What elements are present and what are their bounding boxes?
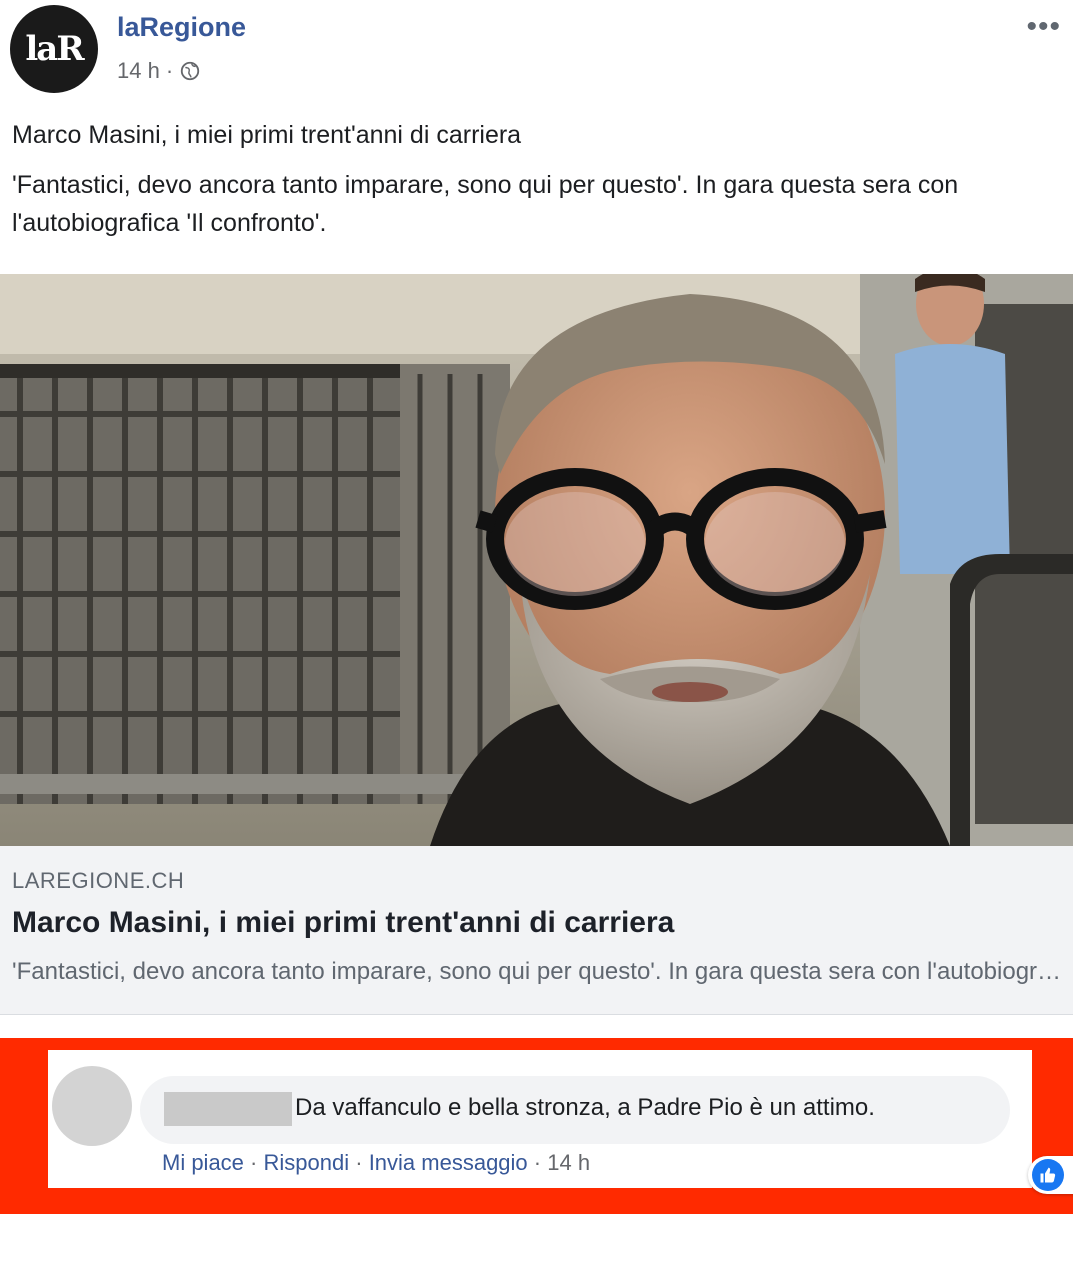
post-body: 'Fantastici, devo ancora tanto imparare,… — [12, 171, 959, 237]
link-preview[interactable]: LAREGIONE.CH Marco Masini, i miei primi … — [0, 846, 1073, 1015]
post-photo[interactable] — [0, 274, 1073, 846]
action-separator: · — [355, 1150, 363, 1175]
photo-illustration — [0, 274, 1073, 846]
post-header: laR laRegione 14 h · ••• — [0, 0, 1073, 110]
page-avatar[interactable]: laR — [10, 5, 98, 93]
like-button[interactable]: Mi piace — [162, 1150, 244, 1175]
meta-separator: · — [165, 58, 174, 83]
link-description: 'Fantastici, devo ancora tanto imparare,… — [12, 958, 1062, 985]
comment-text: Da vaffanculo e bella stronza, a Padre P… — [295, 1094, 875, 1121]
post-text: Marco Masini, i miei primi trent'anni di… — [12, 116, 1062, 254]
reaction-badge[interactable]: 1 — [1028, 1156, 1073, 1194]
globe-icon — [180, 61, 200, 81]
reply-button[interactable]: Rispondi — [264, 1150, 350, 1175]
comment-bubble: Da vaffanculo e bella stronza, a Padre P… — [140, 1076, 1073, 1194]
avatar-logo-text: laR — [25, 29, 84, 69]
send-message-button[interactable]: Invia messaggio — [369, 1150, 528, 1175]
action-separator: · — [533, 1150, 542, 1175]
more-options-icon[interactable]: ••• — [1026, 10, 1061, 44]
link-domain: LAREGIONE.CH — [12, 868, 185, 893]
commenter-avatar[interactable] — [52, 1066, 132, 1146]
post-headline: Marco Masini, i miei primi trent'anni di… — [12, 121, 522, 149]
redacted-commenter-name — [164, 1092, 292, 1126]
like-icon — [1032, 1159, 1064, 1191]
post-timestamp[interactable]: 14 h — [117, 58, 160, 84]
page-name-link[interactable]: laRegione — [117, 12, 246, 43]
action-separator: · — [250, 1150, 258, 1175]
link-title[interactable]: Marco Masini, i miei primi trent'anni di… — [12, 906, 674, 940]
post-meta: 14 h · — [117, 58, 201, 84]
comment: Da vaffanculo e bella stronza, a Padre P… — [48, 1050, 1073, 1194]
comment-actions: Mi piace · Rispondi · Invia messaggio · … — [162, 1150, 590, 1176]
comment-timestamp[interactable]: 14 h — [547, 1150, 590, 1175]
